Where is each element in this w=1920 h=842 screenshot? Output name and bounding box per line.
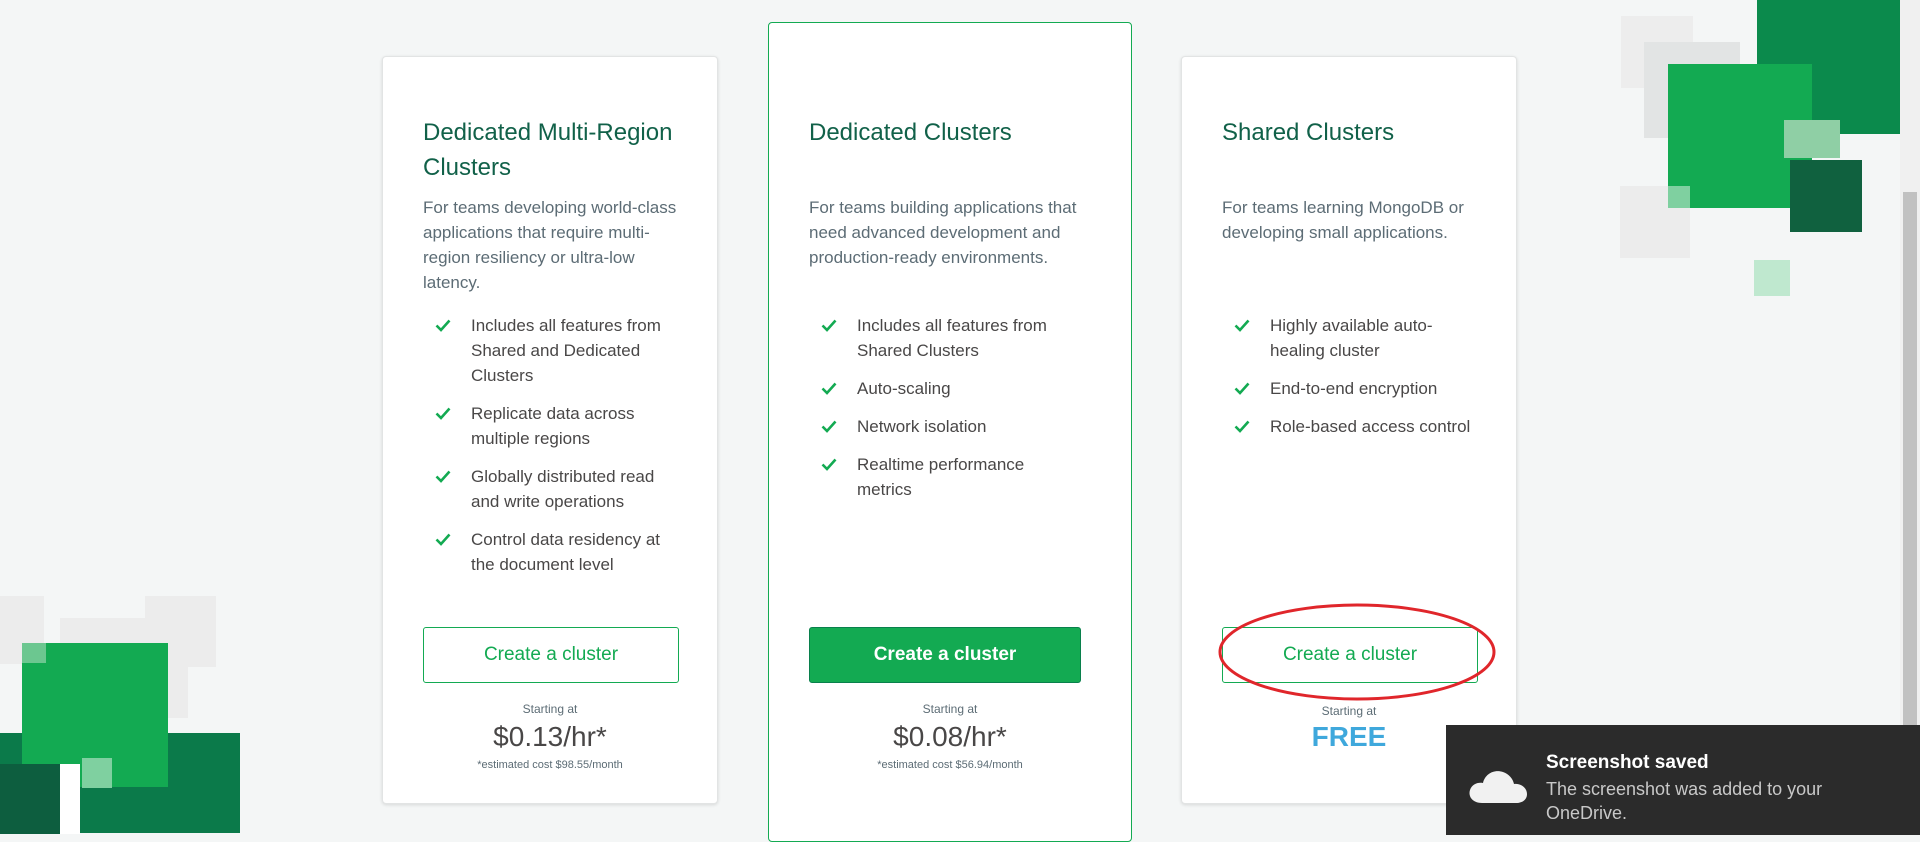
feature-text: Auto-scaling — [857, 379, 951, 398]
feature-item: Globally distributed read and write oper… — [435, 464, 685, 514]
decor-square — [60, 764, 80, 834]
feature-text: Highly available auto-healing cluster — [1270, 316, 1433, 360]
create-cluster-button[interactable]: Create a cluster — [809, 627, 1081, 683]
estimated-cost: *estimated cost $56.94/month — [877, 759, 1023, 771]
feature-list: Highly available auto-healing cluster En… — [1234, 313, 1484, 452]
decor-square — [82, 758, 112, 788]
feature-text: End-to-end encryption — [1270, 379, 1438, 398]
feature-item: Network isolation — [821, 414, 1071, 439]
check-icon — [821, 458, 837, 471]
decor-square — [0, 764, 60, 834]
feature-text: Network isolation — [857, 417, 987, 436]
feature-text: Role-based access control — [1270, 417, 1471, 436]
feature-text: Includes all features from Shared Cluste… — [857, 316, 1047, 360]
plan-card-dedicated: Dedicated Clusters For teams building ap… — [768, 22, 1132, 842]
feature-item: Highly available auto-healing cluster — [1234, 313, 1484, 363]
decor-square — [1790, 160, 1862, 232]
feature-item: Role-based access control — [1234, 414, 1484, 439]
plan-title: Dedicated Multi-Region Clusters — [423, 119, 673, 181]
onedrive-cloud-icon — [1469, 771, 1527, 803]
plan-description: For teams building applications that nee… — [809, 198, 1077, 267]
decor-square — [1754, 260, 1790, 296]
create-cluster-button[interactable]: Create a cluster — [1222, 627, 1478, 683]
toast-message: The screenshot was added to your OneDriv… — [1546, 779, 1823, 823]
feature-item: Includes all features from Shared and De… — [435, 313, 685, 388]
feature-text: Realtime performance metrics — [857, 455, 1025, 499]
feature-text: Control data residency at the document l… — [471, 530, 660, 574]
check-icon — [821, 382, 837, 395]
check-icon — [435, 470, 451, 483]
feature-item: Auto-scaling — [821, 376, 1071, 401]
decor-square — [1668, 186, 1690, 208]
check-icon — [435, 407, 451, 420]
create-cluster-button[interactable]: Create a cluster — [423, 627, 679, 683]
plan-description: For teams learning MongoDB or developing… — [1222, 198, 1464, 242]
check-icon — [1234, 420, 1250, 433]
feature-item: Control data residency at the document l… — [435, 527, 685, 577]
feature-text: Includes all features from Shared and De… — [471, 316, 661, 385]
estimated-cost: *estimated cost $98.55/month — [477, 759, 623, 771]
plan-title: Shared Clusters — [1222, 119, 1395, 146]
starting-at-label: Starting at — [922, 702, 978, 716]
starting-at-label: Starting at — [1321, 704, 1377, 718]
feature-item: End-to-end encryption — [1234, 376, 1484, 401]
starting-at-label: Starting at — [522, 702, 578, 716]
check-icon — [1234, 319, 1250, 332]
check-icon — [435, 533, 451, 546]
screenshot-toast[interactable]: Screenshot saved The screenshot was adde… — [1446, 725, 1920, 835]
feature-list: Includes all features from Shared Cluste… — [821, 313, 1071, 515]
check-icon — [821, 319, 837, 332]
page-scrollbar[interactable] — [1900, 0, 1920, 832]
decor-square — [1784, 120, 1840, 158]
check-icon — [821, 420, 837, 433]
price: $0.13/hr* — [493, 721, 607, 752]
feature-item: Includes all features from Shared Cluste… — [821, 313, 1071, 363]
plan-card-shared: Shared Clusters For teams learning Mongo… — [1181, 56, 1517, 804]
price: $0.08/hr* — [893, 721, 1007, 752]
check-icon — [435, 319, 451, 332]
plan-title: Dedicated Clusters — [809, 119, 1012, 146]
check-icon — [1234, 382, 1250, 395]
feature-text: Replicate data across multiple regions — [471, 404, 635, 448]
decor-square — [22, 643, 46, 663]
plan-card-multi-region: Dedicated Multi-Region Clusters For team… — [382, 56, 718, 804]
feature-text: Globally distributed read and write oper… — [471, 467, 655, 511]
feature-item: Replicate data across multiple regions — [435, 401, 685, 451]
toast-title: Screenshot saved — [1546, 752, 1709, 773]
feature-list: Includes all features from Shared and De… — [435, 313, 685, 590]
feature-item: Realtime performance metrics — [821, 452, 1071, 502]
plan-description: For teams developing world-class applica… — [423, 198, 677, 292]
